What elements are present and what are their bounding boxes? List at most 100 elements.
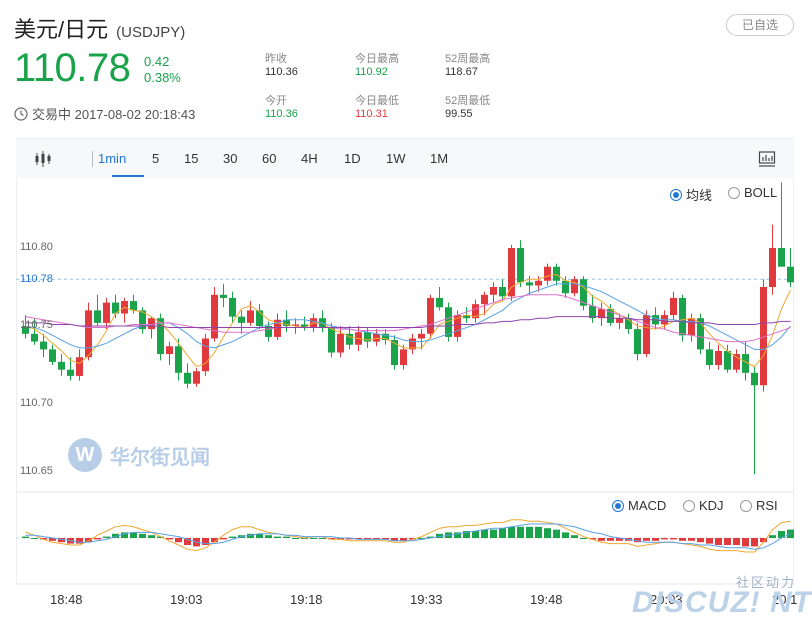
candle-body bbox=[202, 338, 209, 372]
indicator-ma[interactable]: 均线 bbox=[670, 185, 712, 204]
macd-bar bbox=[535, 526, 542, 538]
macd-bar bbox=[175, 538, 182, 543]
macd-bar bbox=[526, 526, 533, 538]
candle-body bbox=[733, 354, 740, 370]
candle-body bbox=[499, 287, 506, 297]
macd-bar bbox=[562, 532, 569, 538]
radio-icon bbox=[728, 186, 740, 199]
candle-body bbox=[787, 266, 794, 283]
macd-bar bbox=[742, 538, 749, 547]
radio-icon bbox=[683, 499, 695, 512]
macd-bar bbox=[580, 538, 587, 539]
candle-body bbox=[229, 297, 236, 317]
candle-body bbox=[256, 310, 263, 326]
candle-body bbox=[373, 333, 380, 342]
candle-body bbox=[85, 310, 92, 358]
indicator-ma-label: 均线 bbox=[686, 188, 713, 203]
candle-body bbox=[670, 297, 677, 316]
candle-body bbox=[508, 248, 515, 297]
chart-canvas bbox=[16, 182, 794, 585]
macd-bar bbox=[481, 529, 488, 538]
candle-body bbox=[481, 294, 488, 305]
x-tick-label: 19:18 bbox=[290, 592, 323, 607]
macd-bar bbox=[769, 535, 776, 538]
candle-body bbox=[679, 297, 686, 336]
candle-body bbox=[67, 369, 74, 376]
macd-bar bbox=[688, 538, 695, 541]
brand-logo-icon: W bbox=[68, 438, 102, 472]
candle-body bbox=[553, 266, 560, 281]
y-tick-label: 110.75 bbox=[20, 319, 53, 331]
y-tick-label-current: 110.78 bbox=[20, 273, 53, 285]
radio-selected-icon bbox=[612, 499, 624, 512]
candle-body bbox=[427, 297, 434, 334]
candle-body bbox=[751, 372, 758, 386]
macd-bar bbox=[679, 538, 686, 541]
macd-bar bbox=[715, 538, 722, 545]
macd-bar bbox=[319, 538, 326, 539]
macd-bar bbox=[292, 538, 299, 539]
candle-body bbox=[58, 361, 65, 370]
candle-body bbox=[616, 318, 623, 323]
radio-selected-icon bbox=[670, 188, 682, 201]
macd-bar bbox=[544, 528, 551, 538]
candle-body bbox=[337, 333, 344, 353]
macd-bar bbox=[229, 536, 236, 538]
candle-body bbox=[643, 315, 650, 355]
radio-icon bbox=[740, 499, 752, 512]
candle-body bbox=[220, 294, 227, 298]
indicator-macd-label: MACD bbox=[628, 498, 667, 513]
candle-body bbox=[391, 340, 398, 365]
x-tick-label: 19:48 bbox=[530, 592, 563, 607]
macd-bar bbox=[94, 538, 101, 540]
candle-body bbox=[490, 287, 497, 295]
candle-body bbox=[94, 310, 101, 323]
candle-body bbox=[211, 294, 218, 339]
candle-body bbox=[715, 350, 722, 365]
candle-body bbox=[31, 333, 38, 342]
forum-watermark-big: DISCUZ! NT bbox=[632, 586, 812, 619]
macd-bar bbox=[265, 535, 272, 538]
candle-body bbox=[535, 280, 542, 286]
indicator-boll-label: BOLL bbox=[744, 185, 778, 200]
macd-bar bbox=[76, 538, 83, 544]
candle-body bbox=[778, 248, 785, 267]
macd-bar bbox=[31, 538, 38, 539]
macd-bar bbox=[652, 538, 659, 541]
indicator-kdj[interactable]: KDJ bbox=[683, 498, 724, 513]
macd-bar bbox=[706, 538, 713, 544]
x-tick-label: 18:48 bbox=[50, 592, 83, 607]
macd-bar bbox=[607, 538, 614, 541]
candle-body bbox=[247, 310, 254, 323]
candle-body bbox=[400, 349, 407, 365]
indicator-rsi-label: RSI bbox=[756, 498, 778, 513]
indicator-boll[interactable]: BOLL bbox=[728, 185, 777, 200]
candle-body bbox=[166, 346, 173, 355]
candle-body bbox=[76, 357, 83, 376]
macd-bar bbox=[571, 535, 578, 538]
macd-bar bbox=[148, 535, 155, 538]
x-tick-label: 19:03 bbox=[170, 592, 203, 607]
candle-body bbox=[418, 333, 425, 339]
candle-body bbox=[634, 329, 641, 355]
macd-bar bbox=[499, 528, 506, 538]
x-tick-label: 19:33 bbox=[410, 592, 443, 607]
candle-body bbox=[544, 266, 551, 281]
candle-body bbox=[688, 318, 695, 336]
macd-bar bbox=[490, 529, 497, 538]
macd-bar bbox=[103, 536, 110, 538]
macd-bar bbox=[643, 538, 650, 541]
brand-watermark: W 华尔街见闻 bbox=[68, 438, 210, 472]
candle-body bbox=[184, 372, 191, 384]
macd-bar bbox=[274, 536, 281, 538]
indicator-macd[interactable]: MACD bbox=[612, 498, 666, 513]
macd-bar bbox=[598, 538, 605, 541]
candle-body bbox=[769, 248, 776, 287]
candle-body bbox=[130, 301, 137, 311]
indicator-rsi[interactable]: RSI bbox=[740, 498, 778, 513]
macd-bar bbox=[472, 531, 479, 538]
brand-name: 华尔街见闻 bbox=[110, 444, 210, 469]
candle-body bbox=[103, 302, 110, 323]
candle-body bbox=[724, 350, 731, 370]
candle-body bbox=[328, 327, 335, 353]
